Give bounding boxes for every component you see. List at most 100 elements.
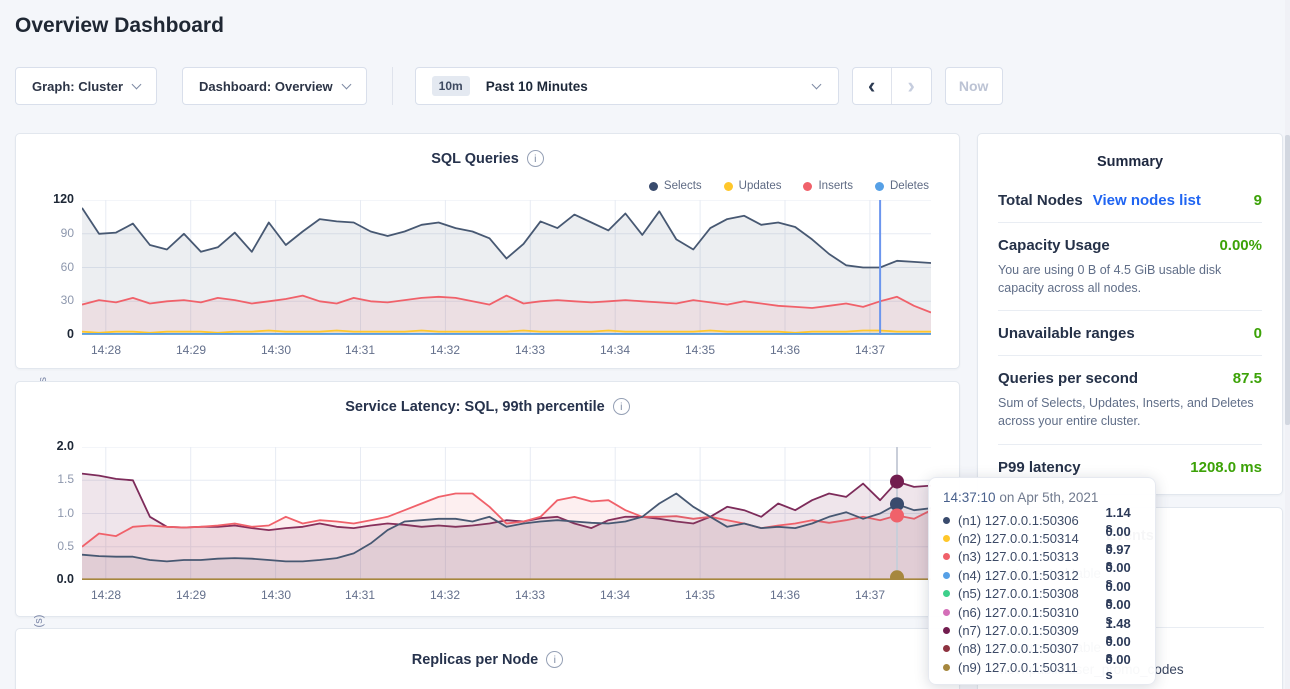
y-axis-tick: 0 (22, 327, 74, 341)
toolbar-divider (392, 67, 393, 105)
tooltip-node-label: (n2) 127.0.0.1:50314 (958, 531, 1105, 546)
node-color-dot-icon (943, 535, 950, 542)
node-color-dot-icon (943, 553, 950, 560)
x-axis-tick: 14:35 (685, 343, 715, 357)
sql-chart-plot[interactable] (82, 200, 931, 335)
legend-dot-icon (803, 182, 812, 191)
y-axis-tick: 0.0 (22, 572, 74, 586)
x-axis-tick: 14:37 (855, 343, 885, 357)
legend-dot-icon (875, 182, 884, 191)
tooltip-node-label: (n5) 127.0.0.1:50308 (958, 586, 1105, 601)
x-axis-tick: 14:28 (91, 588, 121, 602)
summary-value: 87.5 (1233, 370, 1262, 387)
now-button[interactable]: Now (945, 67, 1003, 105)
toolbar: Graph: Cluster Dashboard: Overview 10m P… (15, 67, 1003, 105)
node-color-dot-icon (943, 645, 950, 652)
replicas-chart-card: Replicas per Node i (15, 628, 960, 689)
y-axis-tick: 1.5 (22, 472, 74, 486)
node-color-dot-icon (943, 627, 950, 634)
x-axis-tick: 14:32 (430, 343, 460, 357)
tooltip-rows: (n1) 127.0.0.1:50306 1.14 s (n2) 127.0.0… (943, 511, 1141, 677)
graph-dropdown[interactable]: Graph: Cluster (15, 67, 157, 105)
summary-label: Unavailable ranges (998, 325, 1135, 342)
time-range-label: Past 10 Minutes (486, 79, 588, 94)
x-axis-tick: 14:36 (770, 343, 800, 357)
sql-legend: Selects Updates Inserts Deletes (649, 180, 929, 192)
tooltip-row: (n9) 127.0.0.1:50311 0.00 s (943, 658, 1141, 676)
tooltip-node-label: (n6) 127.0.0.1:50310 (958, 605, 1105, 620)
chevron-down-icon (132, 79, 142, 89)
hover-dot-icon (890, 475, 904, 489)
legend-item-selects[interactable]: Selects (649, 180, 702, 192)
x-axis-tick: 14:35 (685, 588, 715, 602)
latency-chart-plot[interactable] (82, 447, 931, 580)
x-axis-tick: 14:34 (600, 588, 630, 602)
summary-label: Capacity Usage (998, 237, 1110, 254)
node-color-dot-icon (943, 572, 950, 579)
y-axis-tick: 30 (22, 293, 74, 307)
sql-chart-title: SQL Queries (431, 151, 519, 167)
x-axis-tick: 14:33 (515, 343, 545, 357)
summary-desc: You are using 0 B of 4.5 GiB usable disk… (998, 261, 1262, 297)
tooltip-node-label: (n8) 127.0.0.1:50307 (958, 641, 1105, 656)
y-axis-tick: 2.0 (22, 439, 74, 453)
scrollbar-thumb[interactable] (1285, 135, 1290, 425)
tooltip-node-label: (n1) 127.0.0.1:50306 (958, 513, 1105, 528)
view-nodes-link[interactable]: View nodes list (1093, 192, 1201, 209)
summary-row: Unavailable ranges 0 (998, 311, 1262, 356)
summary-value: 0 (1254, 325, 1262, 342)
summary-value: 9 (1254, 192, 1262, 209)
tooltip-node-label: (n7) 127.0.0.1:50309 (958, 623, 1105, 638)
info-icon[interactable]: i (527, 150, 544, 167)
y-axis-tick: 60 (22, 260, 74, 274)
y-axis-tick: 1.0 (22, 506, 74, 520)
tooltip-node-label: (n3) 127.0.0.1:50313 (958, 549, 1105, 564)
x-axis-tick: 14:29 (176, 343, 206, 357)
legend-dot-icon (724, 182, 733, 191)
hover-dot-icon (890, 509, 904, 523)
dashboard-dropdown[interactable]: Dashboard: Overview (182, 67, 367, 105)
scrollbar[interactable] (1285, 0, 1290, 689)
legend-item-inserts[interactable]: Inserts (803, 180, 853, 192)
tooltip-node-label: (n4) 127.0.0.1:50312 (958, 568, 1105, 583)
x-axis-tick: 14:36 (770, 588, 800, 602)
time-nav-arrows: ‹ › (852, 67, 932, 105)
chevron-down-icon (341, 79, 351, 89)
chevron-down-icon (811, 80, 821, 90)
chart-hover-tooltip: 14:37:10 on Apr 5th, 2021 (n1) 127.0.0.1… (928, 477, 1156, 685)
summary-rows: Total Nodes View nodes list 9 Capacity U… (978, 170, 1282, 489)
service-latency-chart-card: Service Latency: SQL, 99th percentile i … (15, 381, 960, 617)
summary-row: Total Nodes View nodes list 9 (998, 178, 1262, 223)
x-axis-tick: 14:34 (600, 343, 630, 357)
node-color-dot-icon (943, 590, 950, 597)
prev-time-button[interactable]: ‹ (853, 68, 892, 104)
summary-row: Queries per second 87.5 Sum of Selects, … (998, 356, 1262, 444)
summary-label: Total Nodes (998, 192, 1083, 209)
legend-item-deletes[interactable]: Deletes (875, 180, 929, 192)
y-axis-tick: 120 (22, 192, 74, 206)
summary-label: P99 latency (998, 459, 1081, 476)
info-icon[interactable]: i (546, 651, 563, 668)
page-title: Overview Dashboard (15, 14, 224, 38)
summary-value: 1208.0 ms (1190, 459, 1262, 476)
x-axis-tick: 14:32 (430, 588, 460, 602)
time-range-badge: 10m (432, 76, 470, 96)
legend-dot-icon (649, 182, 658, 191)
x-axis-tick: 14:37 (855, 588, 885, 602)
tooltip-node-label: (n9) 127.0.0.1:50311 (958, 660, 1105, 675)
x-axis-tick: 14:28 (91, 343, 121, 357)
tooltip-node-value: 0.00 s (1105, 652, 1141, 682)
legend-item-updates[interactable]: Updates (724, 180, 782, 192)
time-range-dropdown[interactable]: 10m Past 10 Minutes (415, 67, 839, 105)
summary-label: Queries per second (998, 370, 1138, 387)
dashboard-dropdown-label: Dashboard: Overview (199, 79, 333, 94)
info-icon[interactable]: i (613, 398, 630, 415)
summary-title: Summary (978, 134, 1282, 170)
x-axis-tick: 14:30 (261, 588, 291, 602)
sql-queries-chart-card: SQL Queries i Selects Updates Inserts De… (15, 133, 960, 369)
summary-desc: Sum of Selects, Updates, Inserts, and De… (998, 394, 1262, 430)
x-axis-tick: 14:31 (345, 343, 375, 357)
next-time-button[interactable]: › (892, 68, 931, 104)
y-axis-tick: 90 (22, 226, 74, 240)
graph-dropdown-label: Graph: Cluster (32, 79, 123, 94)
